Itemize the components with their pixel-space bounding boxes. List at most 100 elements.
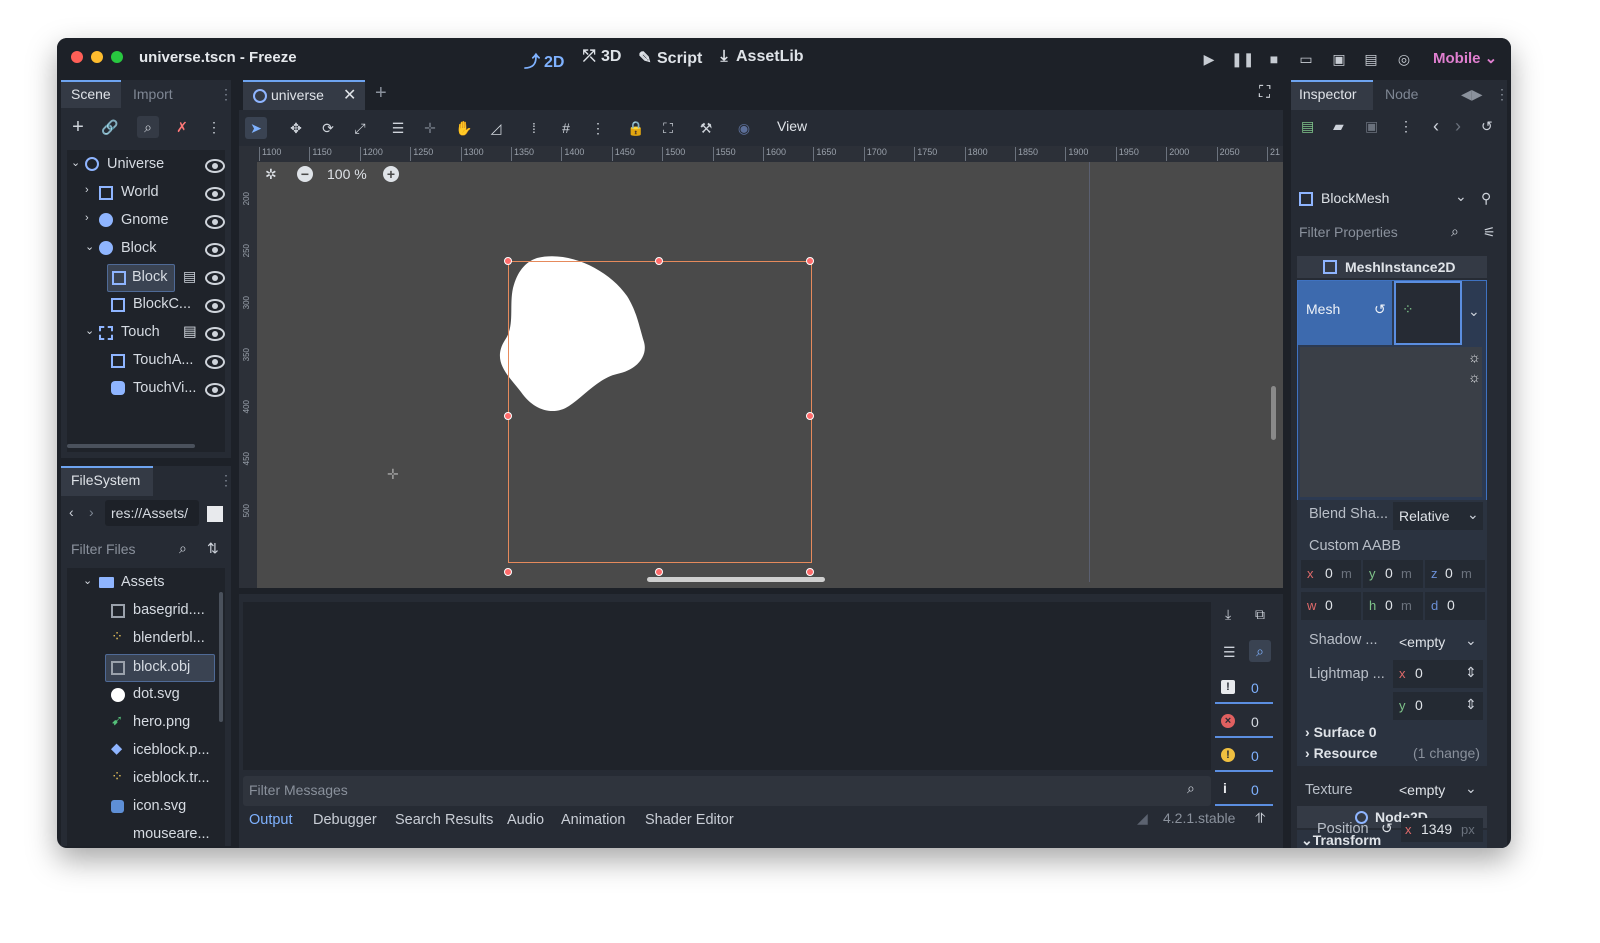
override-camera-icon[interactable]: ◉ <box>733 117 755 139</box>
tree-item-universe[interactable]: ⌄ Universe <box>67 152 225 180</box>
aabb-w-field[interactable]: w 0 <box>1301 592 1361 620</box>
resize-handle[interactable] <box>655 257 663 265</box>
lightmap-y-field[interactable]: y 0 ⇕ <box>1393 692 1483 720</box>
dock-menu-icon[interactable]: ⋮ <box>1495 86 1509 103</box>
resize-handle[interactable] <box>504 412 512 420</box>
pin-panel-icon[interactable]: ⥣ <box>1255 810 1265 827</box>
tree-item-blockc[interactable]: BlockC... <box>67 292 225 320</box>
aabb-z-field[interactable]: z 0 m <box>1425 560 1485 588</box>
mode-assetlib-button[interactable]: ⤓ AssetLib <box>715 48 803 66</box>
scale-tool-icon[interactable]: ⤢ <box>349 117 371 139</box>
play-icon[interactable]: ▶ <box>1198 48 1220 70</box>
select-tool-icon[interactable]: ➤ <box>245 117 267 139</box>
stop-icon[interactable]: ■ <box>1263 48 1285 70</box>
play-scene-icon[interactable]: ▣ <box>1328 48 1350 70</box>
center-view-icon[interactable]: ✲ <box>265 166 277 183</box>
tab-import[interactable]: Import <box>133 86 173 102</box>
history-forward-icon[interactable]: › <box>1455 116 1461 137</box>
resource-selector[interactable]: BlockMesh ⌄ <box>1295 186 1471 212</box>
grid-snap-icon[interactable]: # <box>555 117 577 139</box>
toggle-messages[interactable]: ! 0 <box>1215 676 1273 704</box>
revert-icon[interactable]: ↺ <box>1381 820 1393 837</box>
resource-section[interactable]: › Resource (1 change) <box>1297 742 1487 766</box>
pivot-tool-icon[interactable]: ✛ <box>419 117 441 139</box>
resize-handle[interactable] <box>655 568 663 576</box>
rotate-tool-icon[interactable]: ⟳ <box>317 117 339 139</box>
renderer-dropdown[interactable]: Mobile ⌄ <box>1433 49 1497 67</box>
filter-properties-input[interactable]: Filter Properties ⌕ <box>1295 220 1471 246</box>
zoom-out-icon[interactable]: − <box>297 166 313 182</box>
clear-output-icon[interactable]: ⤓ <box>1225 606 1231 623</box>
scene-menu-icon[interactable]: ⋮ <box>203 116 225 138</box>
close-window-button[interactable] <box>71 51 83 63</box>
light-1-icon[interactable]: ☼ <box>1468 349 1481 365</box>
dock-arrows-icon[interactable]: ◀▶ <box>1461 86 1483 103</box>
file-item[interactable]: ⁘ iceblock.tr... <box>67 766 217 794</box>
mode-script-button[interactable]: ✎ Script <box>636 48 702 68</box>
tree-item-block-selected[interactable]: Block <box>107 264 175 292</box>
visibility-icon[interactable] <box>205 383 225 397</box>
chevron-down-icon[interactable]: ⌄ <box>1468 303 1480 320</box>
tab-animation[interactable]: Animation <box>561 812 625 828</box>
resize-handle[interactable] <box>504 257 512 265</box>
filter-messages-input[interactable]: Filter Messages ⌕ <box>243 776 1211 806</box>
path-field[interactable]: res://Assets/ <box>105 500 199 526</box>
list-select-icon[interactable]: ☰ <box>387 117 409 139</box>
tree-item-touch[interactable]: ⌄ Touch ▤ <box>67 320 225 348</box>
play-custom-scene-icon[interactable]: ▤ <box>1360 48 1382 70</box>
tab-search-results[interactable]: Search Results <box>395 812 493 828</box>
tree-item-block-parent[interactable]: ⌄ Block <box>67 236 225 264</box>
aabb-d-field[interactable]: d 0 <box>1425 592 1485 620</box>
resize-handle[interactable] <box>806 257 814 265</box>
save-icon[interactable]: ▣ <box>1365 118 1378 135</box>
history-back-icon[interactable]: ‹ <box>1433 116 1439 137</box>
add-tab-icon[interactable]: + <box>375 82 387 105</box>
version-label[interactable]: 4.2.1.stable <box>1163 810 1235 826</box>
resize-handle[interactable] <box>806 412 814 420</box>
tree-item-toucha[interactable]: TouchA... <box>67 348 225 376</box>
smart-snap-icon[interactable]: ⁞ <box>523 117 545 139</box>
position-x-field[interactable]: x 1349 px <box>1401 818 1483 842</box>
tree-item-gnome[interactable]: › Gnome <box>67 208 225 236</box>
tab-audio[interactable]: Audio <box>507 812 544 828</box>
shadow-mesh-dropdown[interactable]: <empty ⌄ <box>1393 628 1483 656</box>
visibility-icon[interactable] <box>205 327 225 341</box>
file-item[interactable]: mouseare... <box>67 822 217 848</box>
fullscreen-icon[interactable]: ⛶ <box>1259 84 1270 102</box>
toggle-errors[interactable]: × 0 <box>1215 710 1273 738</box>
file-item[interactable]: dot.svg <box>67 682 217 710</box>
file-scrollbar[interactable] <box>219 592 223 722</box>
search-icon[interactable]: ⌕ <box>137 116 159 138</box>
visibility-icon[interactable] <box>205 159 225 173</box>
move-tool-icon[interactable]: ✥ <box>285 117 307 139</box>
visibility-icon[interactable] <box>205 271 225 285</box>
tab-debugger[interactable]: Debugger <box>313 812 377 828</box>
ruler-tool-icon[interactable]: ◿ <box>485 117 507 139</box>
zoom-level[interactable]: 100 % <box>327 166 367 182</box>
filter-files-input[interactable]: Filter Files ⌕ ⇅ <box>67 536 225 564</box>
link-icon[interactable]: 🔗 <box>99 116 121 138</box>
script-icon[interactable]: ▤ <box>183 268 196 285</box>
visibility-icon[interactable] <box>205 299 225 313</box>
add-node-icon[interactable]: + <box>67 116 89 138</box>
history-icon[interactable]: ↺ <box>1481 118 1493 135</box>
file-item-selected[interactable]: block.obj <box>105 654 215 682</box>
file-item[interactable]: ➹ hero.png <box>67 710 217 738</box>
lightmap-x-field[interactable]: x 0 ⇕ <box>1393 660 1483 688</box>
close-icon[interactable]: ✕ <box>343 85 356 105</box>
toggle-editor-messages[interactable]: i 0 <box>1215 778 1273 806</box>
mesh-preview-button[interactable]: ⁘ <box>1394 281 1462 345</box>
copy-icon[interactable]: ⧉ <box>1255 606 1265 623</box>
snap-options-icon[interactable]: ⋮ <box>587 117 609 139</box>
open-folder-icon[interactable]: ▰ <box>1333 118 1344 135</box>
forward-icon[interactable]: › <box>89 504 94 520</box>
zoom-window-button[interactable] <box>111 51 123 63</box>
pan-tool-icon[interactable]: ✋ <box>453 117 475 139</box>
file-item[interactable]: ⁘ blenderbl... <box>67 626 217 654</box>
aabb-y-field[interactable]: y 0 m <box>1363 560 1423 588</box>
mode-3d-button[interactable]: ⤱ 3D <box>580 48 622 66</box>
blend-shape-dropdown[interactable]: Relative ⌄ <box>1393 502 1483 530</box>
visibility-icon[interactable] <box>205 355 225 369</box>
collapse-icon[interactable]: ☰ <box>1223 644 1236 661</box>
dock-menu-icon[interactable]: ⋮ <box>219 86 233 103</box>
